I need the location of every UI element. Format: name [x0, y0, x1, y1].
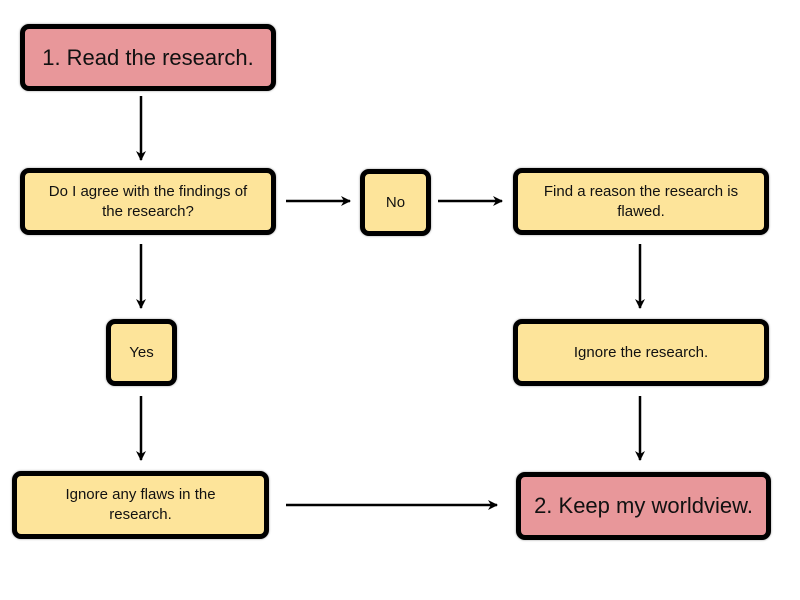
- arrows: [136, 96, 645, 510]
